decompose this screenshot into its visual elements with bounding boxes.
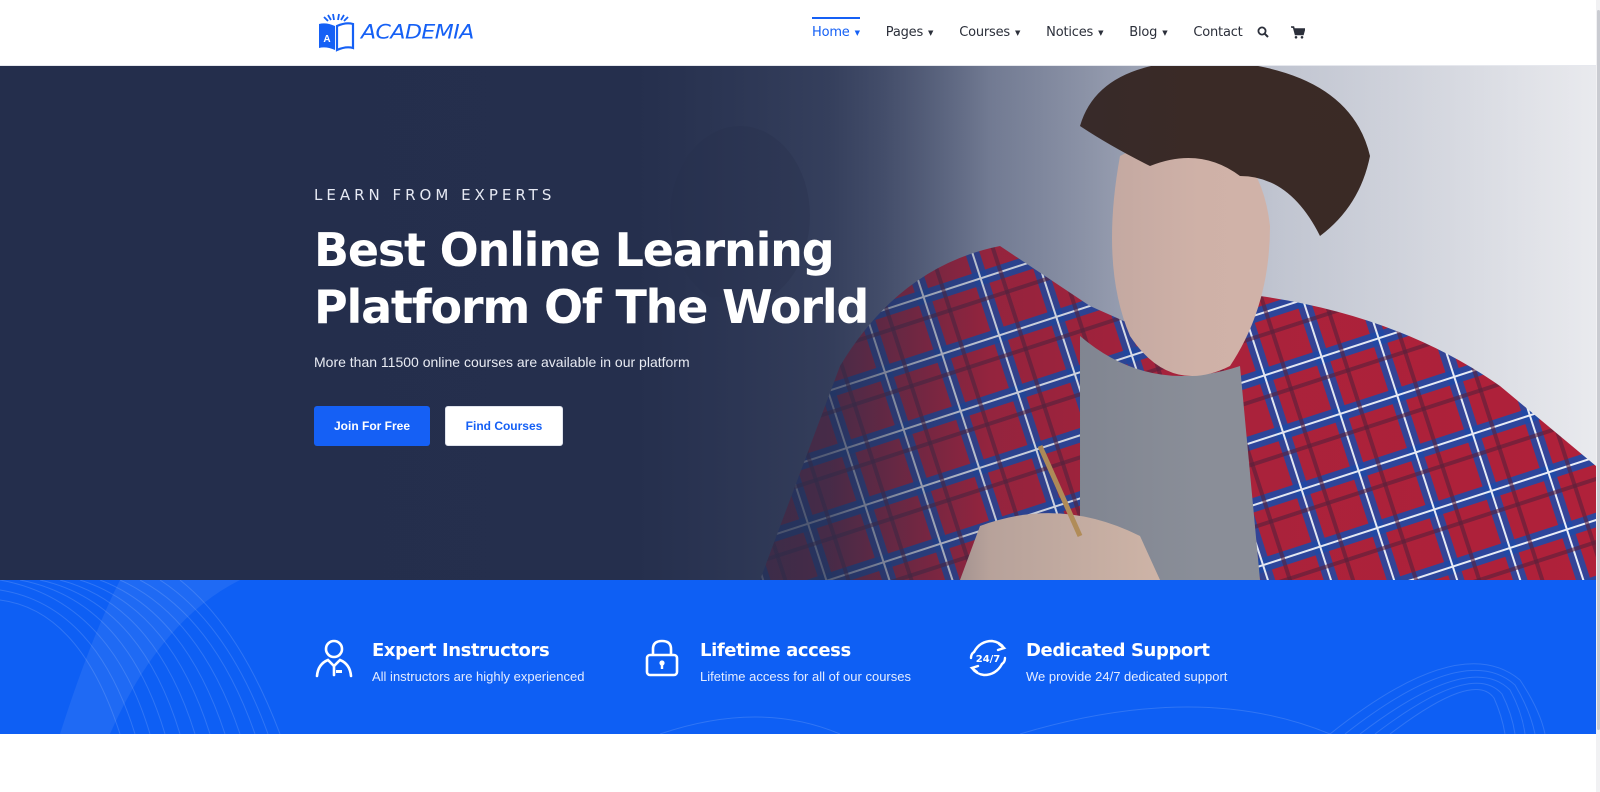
feature-title: Dedicated Support <box>1026 640 1210 661</box>
nav-home[interactable]: Home ▼ <box>812 0 860 64</box>
lock-icon <box>645 639 679 677</box>
logo-link[interactable]: A Academia <box>316 12 474 52</box>
svg-text:A: A <box>323 34 330 45</box>
nav-blog[interactable]: Blog ▼ <box>1129 0 1167 64</box>
book-logo-icon: A <box>319 13 355 52</box>
feature-text: Expert Instructors All instructors are h… <box>372 638 584 684</box>
hero-title: Best Online Learning Platform Of The Wor… <box>314 222 869 336</box>
search-button[interactable] <box>1257 25 1271 39</box>
feature-description: Lifetime access for all of our courses <box>700 669 911 684</box>
nav-notices-label: Notices <box>1046 24 1094 40</box>
caret-down-icon: ▼ <box>1098 29 1104 37</box>
feature-text: Lifetime access Lifetime access for all … <box>700 638 911 684</box>
feature-dedicated-support: 24/7 Dedicated Support We provide 24/7 d… <box>968 638 1227 684</box>
caret-down-icon: ▼ <box>1162 29 1168 37</box>
main-nav: Home ▼ Pages ▼ Courses ▼ Notices ▼ Blog … <box>812 0 1325 64</box>
features-band: Expert Instructors All instructors are h… <box>0 580 1596 734</box>
nav-home-label: Home <box>812 24 850 40</box>
hero-subtitle: More than 11500 online courses are avail… <box>314 354 690 370</box>
site-header: A Academia Home ▼ Pages ▼ Courses ▼ Noti… <box>0 0 1596 66</box>
hero-buttons: Join For Free Find Courses <box>314 406 868 446</box>
brand-name: Academia <box>361 20 474 44</box>
nav-notices[interactable]: Notices ▼ <box>1046 0 1103 64</box>
caret-down-icon: ▼ <box>1014 29 1021 37</box>
support-24-7-icon: 24/7 <box>969 639 1007 677</box>
search-icon <box>1257 26 1269 38</box>
feature-text: Dedicated Support We provide 24/7 dedica… <box>1026 638 1227 684</box>
nav-pages-label: Pages <box>885 24 924 40</box>
caret-down-icon: ▼ <box>928 29 934 37</box>
feature-description: We provide 24/7 dedicated support <box>1026 669 1228 684</box>
hero-eyebrow: LEARN FROM EXPERTS <box>314 186 556 204</box>
feature-expert-instructors: Expert Instructors All instructors are h… <box>314 638 584 684</box>
feature-title: Expert Instructors <box>372 640 550 661</box>
caret-down-icon: ▼ <box>854 29 860 37</box>
nav-blog-label: Blog <box>1129 24 1158 40</box>
hero-section: LEARN FROM EXPERTS Best Online Learning … <box>0 66 1596 580</box>
cart-button[interactable] <box>1290 25 1305 39</box>
hero-title-line-1: Best Online Learning <box>314 223 835 277</box>
page-scrollbar[interactable] <box>1596 0 1600 792</box>
join-for-free-button[interactable]: Join For Free <box>314 406 430 446</box>
feature-description: All instructors are highly experienced <box>372 669 585 684</box>
hero-content: LEARN FROM EXPERTS Best Online Learning … <box>314 186 869 446</box>
nav-pages[interactable]: Pages ▼ <box>885 0 934 64</box>
nav-courses[interactable]: Courses ▼ <box>959 0 1020 64</box>
nav-contact-label: Contact <box>1193 24 1243 40</box>
feature-title: Lifetime access <box>700 640 851 661</box>
svg-text:24/7: 24/7 <box>976 654 1001 665</box>
nav-contact[interactable]: Contact <box>1193 0 1242 64</box>
cart-icon <box>1290 25 1305 39</box>
feature-lifetime-access: Lifetime access Lifetime access for all … <box>642 638 911 684</box>
instructor-icon <box>315 639 353 678</box>
hero-title-line-2: Platform Of The World <box>314 280 869 334</box>
nav-courses-label: Courses <box>959 24 1010 40</box>
page-content-below <box>0 734 1596 792</box>
find-courses-button[interactable]: Find Courses <box>445 406 563 446</box>
